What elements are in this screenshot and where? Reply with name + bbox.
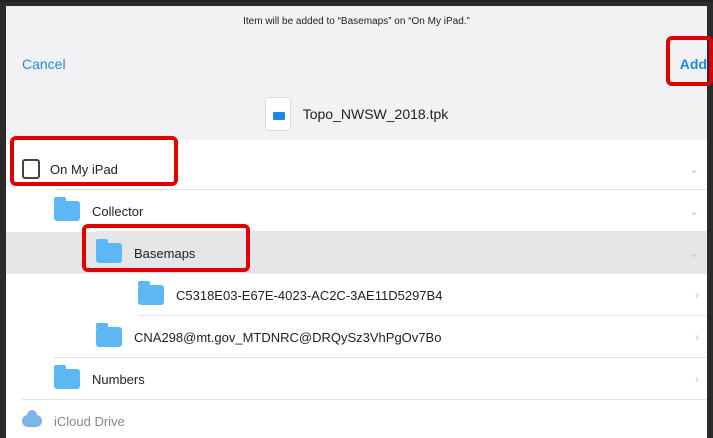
file-name: Topo_NWSW_2018.tpk <box>302 106 449 122</box>
tree-item-collector[interactable]: Collector ⌄ <box>6 190 707 232</box>
tree-item-label: C5318E03-E67E-4023-AC2C-3AE11D5297B4 <box>176 287 443 303</box>
folder-icon <box>96 323 122 347</box>
cancel-button[interactable]: Cancel <box>22 56 66 72</box>
chevron-down-icon: ⌄ <box>688 246 699 260</box>
tree-item-label: CNA298@mt.gov_MTDNRC@DRQySz3VhPgOv7Bo <box>134 329 442 345</box>
file-picker-sheet: Item will be added to “Basemaps” on “On … <box>0 2 713 438</box>
folder-icon <box>138 281 164 305</box>
folder-icon <box>54 365 80 389</box>
tree-item-label: On My iPad <box>50 161 118 177</box>
tree-item-basemaps-child[interactable]: C5318E03-E67E-4023-AC2C-3AE11D5297B4 › <box>6 274 707 316</box>
folder-icon <box>54 197 80 221</box>
chevron-right-icon: › <box>695 372 699 386</box>
file-preview: Topo_NWSW_2018.tpk <box>6 94 707 134</box>
cloud-icon <box>22 410 42 427</box>
chevron-right-icon: › <box>695 330 699 344</box>
tree-item-numbers[interactable]: Numbers › <box>6 358 707 400</box>
tree-item-label: Collector <box>92 203 144 219</box>
document-icon <box>264 97 291 131</box>
tree-item-label: Numbers <box>92 371 145 387</box>
chevron-down-icon: ⌄ <box>688 162 699 176</box>
chevron-down-icon: ⌄ <box>688 204 699 218</box>
tree-item-basemaps[interactable]: Basemaps ⌄ <box>6 232 707 274</box>
tree-item-label: iCloud Drive <box>54 413 125 429</box>
picker-header: Item will be added to “Basemaps” on “On … <box>6 6 707 146</box>
add-button[interactable]: Add <box>680 56 707 72</box>
tree-item-label: Basemaps <box>134 245 196 261</box>
destination-banner: Item will be added to “Basemaps” on “On … <box>243 16 470 27</box>
tree-item-cna[interactable]: CNA298@mt.gov_MTDNRC@DRQySz3VhPgOv7Bo › <box>6 316 707 358</box>
ipad-icon <box>22 159 40 179</box>
folder-icon <box>96 239 122 263</box>
tree-item-on-my-ipad[interactable]: On My iPad ⌄ <box>6 148 707 190</box>
tree-item-icloud-drive[interactable]: iCloud Drive <box>6 400 707 438</box>
chevron-right-icon: › <box>695 288 699 302</box>
location-tree: On My iPad ⌄ Collector ⌄ Basemaps ⌄ C531… <box>6 140 707 438</box>
